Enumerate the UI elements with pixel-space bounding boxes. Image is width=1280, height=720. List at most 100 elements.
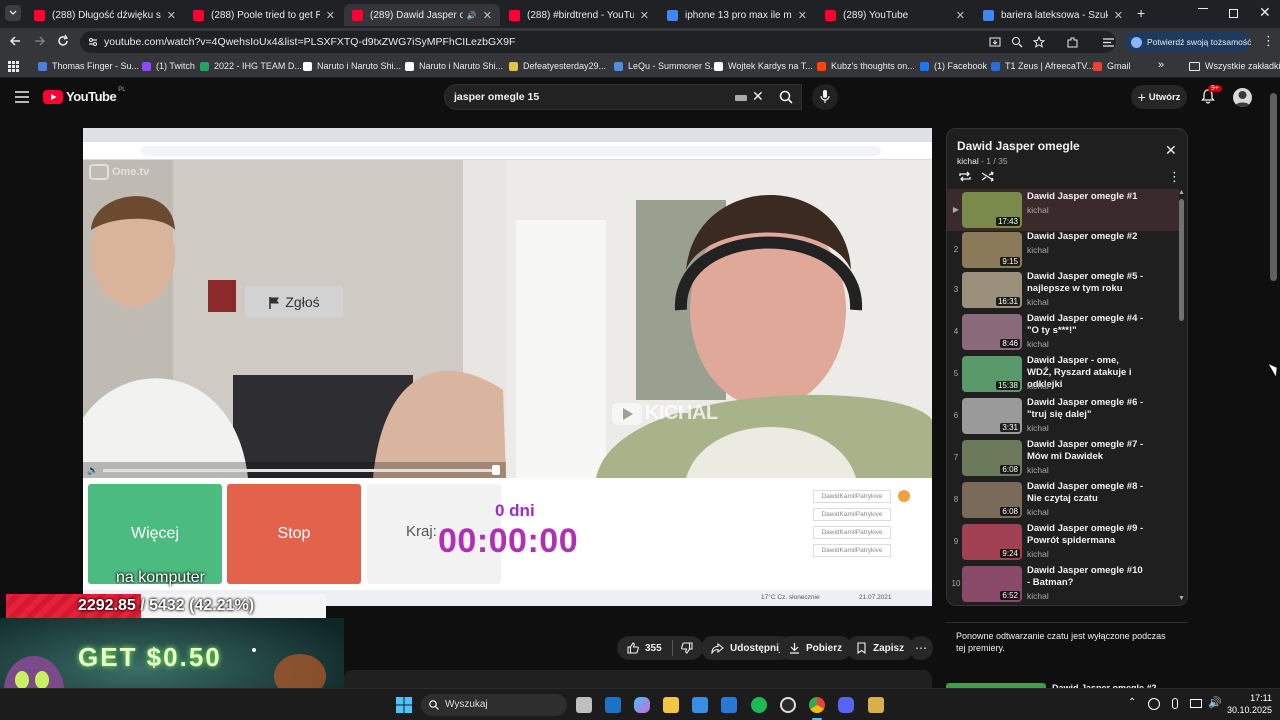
back-button[interactable] bbox=[8, 34, 22, 48]
scroll-up-arrow-icon[interactable]: ▲ bbox=[1178, 189, 1185, 196]
video-thumbnail[interactable]: 16:31 bbox=[962, 272, 1022, 308]
photos-icon[interactable] bbox=[721, 697, 737, 713]
playlist-item[interactable]: 4 8:46 Dawid Jasper omegle #4 - "O ty s***… bbox=[947, 313, 1177, 353]
inner-volume-bar[interactable]: 🔈 bbox=[83, 462, 506, 478]
browser-tab[interactable]: (289) Dawid Jasper omegle 🔊 ✕ bbox=[344, 4, 500, 26]
playlist-item[interactable]: 2 9:15 Dawid Jasper omegle #2 kichal bbox=[947, 231, 1177, 271]
copilot-icon[interactable] bbox=[634, 697, 650, 713]
download-button[interactable]: Pobierz bbox=[779, 636, 853, 660]
all-bookmarks-folder[interactable]: Wszystkie zakładki bbox=[1189, 61, 1280, 71]
close-tab-icon[interactable]: ✕ bbox=[640, 9, 649, 22]
discord-icon[interactable] bbox=[838, 697, 854, 713]
zoom-icon[interactable] bbox=[1011, 36, 1023, 48]
video-thumbnail[interactable]: 15:38 bbox=[962, 356, 1022, 392]
close-tab-icon[interactable]: ✕ bbox=[1114, 9, 1123, 22]
video-thumbnail[interactable]: 9:24 bbox=[962, 524, 1022, 560]
site-info-icon[interactable] bbox=[88, 37, 98, 47]
browser-menu-button[interactable]: ⋮ bbox=[1262, 34, 1275, 48]
playlist-scrollbar[interactable] bbox=[1179, 199, 1184, 321]
video-thumbnail[interactable]: 8:46 bbox=[962, 314, 1022, 350]
video-thumbnail[interactable]: 6:52 bbox=[962, 566, 1022, 602]
new-tab-button[interactable]: + bbox=[1137, 5, 1145, 21]
bookmark-item[interactable]: Naruto i Naruto Shi... bbox=[303, 61, 401, 71]
file-explorer-icon[interactable] bbox=[663, 697, 679, 713]
taskbar-search-input[interactable]: Wyszukaj bbox=[421, 694, 567, 716]
outlook-icon[interactable] bbox=[605, 697, 621, 713]
save-button[interactable]: Zapisz bbox=[846, 636, 915, 660]
thumbs-down-icon[interactable] bbox=[680, 642, 693, 654]
playlist-channel[interactable]: kichal bbox=[957, 156, 979, 166]
video-thumbnail[interactable]: 3:31 bbox=[962, 398, 1022, 434]
bookmark-item[interactable]: LeQu - Summoner S... bbox=[614, 61, 718, 71]
browser-tab[interactable]: iphone 13 pro max ile ma cm - ✕ bbox=[659, 4, 815, 26]
playlist-menu-icon[interactable]: ⋮ bbox=[1168, 169, 1181, 185]
address-bar[interactable]: youtube.com/watch?v=4QwehsIoUx4&list=PLS… bbox=[80, 31, 1116, 53]
video-thumbnail[interactable]: 6:08 bbox=[962, 440, 1022, 476]
notifications-button[interactable]: 9+ bbox=[1201, 85, 1222, 104]
bookmark-item[interactable]: 2022 - IHG TEAM D... bbox=[200, 61, 302, 71]
browser-tab[interactable]: (288) #birdtrend - YouTube ✕ bbox=[501, 4, 657, 26]
steam-icon[interactable] bbox=[780, 697, 796, 713]
tray-mic-icon[interactable] bbox=[1172, 698, 1178, 709]
close-tab-icon[interactable]: ✕ bbox=[798, 9, 807, 22]
search-button[interactable] bbox=[770, 84, 802, 110]
bookmark-item[interactable]: T1 Zeus | AfreecaTV... bbox=[991, 61, 1094, 71]
hamburger-menu-icon[interactable] bbox=[15, 91, 29, 103]
bookmark-item[interactable]: Thomas Finger - Su... bbox=[38, 61, 139, 71]
voice-search-button[interactable] bbox=[812, 84, 838, 110]
playlist-item[interactable]: 5 15:38 Dawid Jasper - ome, WDŹ, Ryszard a… bbox=[947, 355, 1177, 395]
browser-tab[interactable]: (288) Poole tried to get REVEN ✕ bbox=[185, 4, 343, 26]
youtube-logo[interactable]: YouTube PL bbox=[43, 87, 126, 104]
report-button[interactable]: Zgłoś bbox=[245, 286, 343, 318]
apps-grid-icon[interactable] bbox=[8, 61, 19, 72]
tray-display-icon[interactable] bbox=[1190, 699, 1202, 708]
browser-tab[interactable]: (288) Długość dźwięku samotn ✕ bbox=[26, 4, 184, 26]
clock[interactable]: 17:11 30.10.2025 bbox=[1226, 693, 1272, 715]
spotify-icon[interactable] bbox=[751, 697, 767, 713]
tray-sync-icon[interactable] bbox=[1148, 698, 1160, 710]
avatar[interactable] bbox=[1233, 88, 1252, 107]
video-thumbnail[interactable]: 17:43 bbox=[962, 192, 1022, 228]
bookmark-star-icon[interactable] bbox=[1033, 36, 1045, 48]
playlist-item[interactable]: 10 6:52 Dawid Jasper omegle #10 - Batman? k… bbox=[947, 565, 1177, 605]
shuffle-icon[interactable] bbox=[981, 170, 995, 183]
video-player[interactable]: Ome.tv Zgłoś KICHAL 🔈 Więcej Stop Kraj: … bbox=[83, 128, 932, 606]
search-input[interactable]: jasper omegle 15 ✕ bbox=[444, 84, 802, 110]
loop-icon[interactable] bbox=[958, 170, 972, 183]
like-button[interactable]: 355 bbox=[617, 636, 703, 660]
tray-chevron-icon[interactable]: ⌃ bbox=[1128, 697, 1136, 708]
playlist-item[interactable]: 6 3:31 Dawid Jasper omegle #6 - "truj się … bbox=[947, 397, 1177, 437]
bookmark-item[interactable]: Kubz's thoughts on... bbox=[817, 61, 915, 71]
bookmark-item[interactable]: (1) Facebook bbox=[920, 61, 987, 71]
bookmark-item[interactable]: (1) Twitch bbox=[142, 61, 195, 71]
bookmark-item[interactable]: Defeatyesterday29... bbox=[509, 61, 606, 71]
keyboard-icon[interactable] bbox=[735, 95, 747, 101]
close-tab-icon[interactable]: ✕ bbox=[326, 9, 335, 22]
video-thumbnail[interactable]: 9:15 bbox=[962, 232, 1022, 268]
bookmark-item[interactable]: Naruto i Naruto Shi... bbox=[405, 61, 503, 71]
minimize-button[interactable] bbox=[1198, 8, 1208, 9]
video-thumbnail[interactable]: 6:08 bbox=[962, 482, 1022, 518]
playlist-item[interactable]: 9 9:24 Dawid Jasper omegle #9 - Powrót spi… bbox=[947, 523, 1177, 563]
browser-tab[interactable]: bariera lateksowa - Szukaj w G ✕ bbox=[975, 4, 1131, 26]
close-tab-icon[interactable]: ✕ bbox=[956, 9, 965, 22]
restore-button[interactable] bbox=[1229, 9, 1238, 18]
close-playlist-button[interactable]: ✕ bbox=[1165, 142, 1177, 159]
install-app-icon[interactable] bbox=[989, 36, 1001, 48]
playlist-item[interactable]: ▶ 17:43 Dawid Jasper omegle #1 kichal bbox=[947, 191, 1177, 231]
extensions-icon[interactable] bbox=[1066, 36, 1079, 49]
reload-button[interactable] bbox=[56, 34, 70, 48]
more-actions-button[interactable]: ⋯ bbox=[909, 636, 933, 660]
close-tab-icon[interactable]: ✕ bbox=[483, 9, 492, 22]
stop-button[interactable]: Stop bbox=[227, 484, 361, 584]
tray-volume-icon[interactable]: 🔊 bbox=[1208, 696, 1222, 709]
windows-start-icon[interactable] bbox=[396, 697, 412, 713]
speaker-icon[interactable]: 🔊 bbox=[467, 11, 477, 20]
create-button[interactable]: + Utwórz bbox=[1131, 85, 1187, 109]
microsoft-store-icon[interactable] bbox=[692, 697, 708, 713]
bookmark-item[interactable]: Gmail bbox=[1093, 61, 1131, 71]
task-view-icon[interactable] bbox=[576, 697, 592, 713]
clear-search-icon[interactable]: ✕ bbox=[752, 88, 764, 105]
playlist-item[interactable]: 3 16:31 Dawid Jasper omegle #5 - najlepsze… bbox=[947, 271, 1177, 311]
close-window-button[interactable]: ✕ bbox=[1259, 4, 1271, 21]
